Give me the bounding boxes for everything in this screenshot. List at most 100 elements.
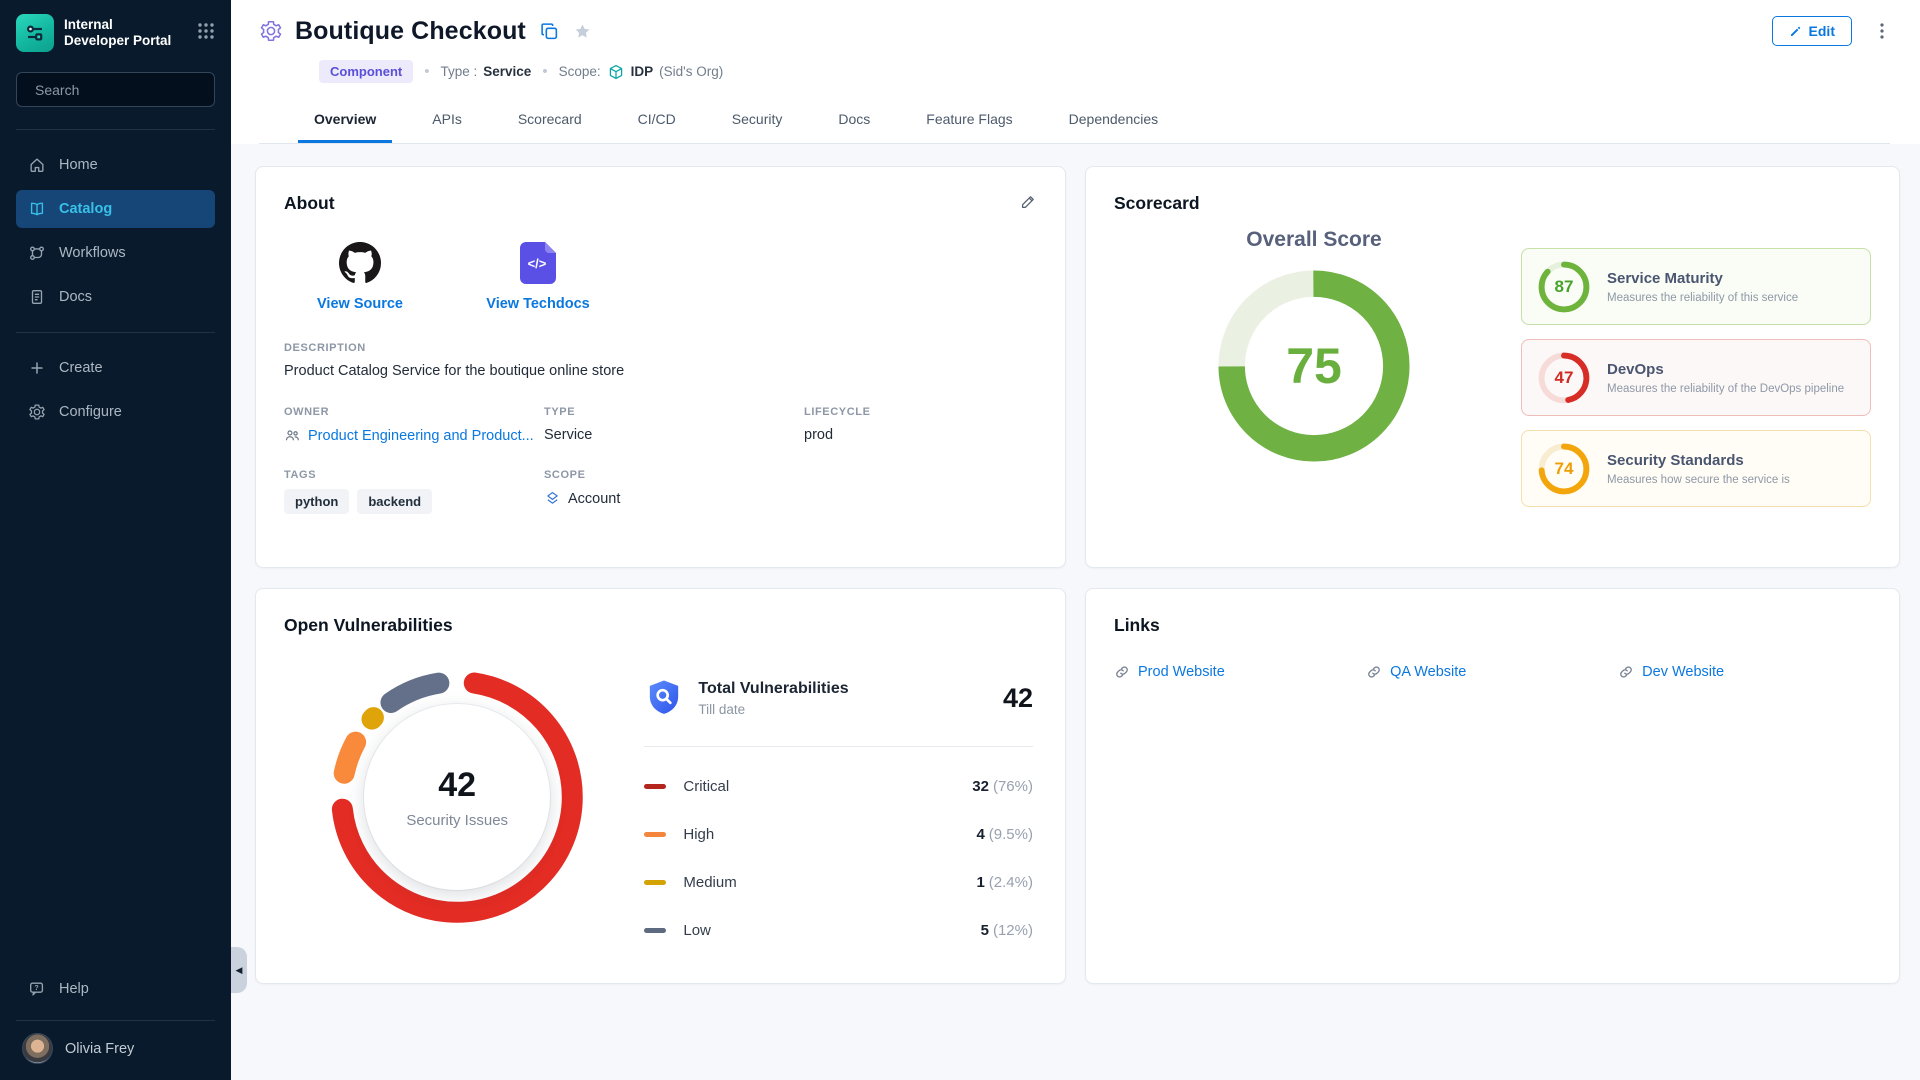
user-menu[interactable]: Olivia Frey bbox=[16, 1021, 215, 1080]
total-vulnerabilities-value: 42 bbox=[1003, 683, 1033, 714]
tab-docs[interactable]: Docs bbox=[822, 101, 886, 143]
edit-button-label: Edit bbox=[1809, 23, 1835, 39]
sidebar-help-section: ? Help bbox=[16, 970, 215, 1014]
gear-icon bbox=[28, 403, 46, 421]
about-edit-pencil-icon[interactable] bbox=[1019, 193, 1037, 216]
tags-label: TAGS bbox=[284, 469, 544, 481]
sidebar-nav: Home Catalog Workflows Do bbox=[16, 146, 215, 322]
copy-icon[interactable] bbox=[540, 22, 559, 41]
lifecycle-value: prod bbox=[804, 427, 1037, 443]
tab-scorecard[interactable]: Scorecard bbox=[502, 101, 598, 143]
link-label: QA Website bbox=[1390, 664, 1466, 680]
severity-swatch bbox=[644, 784, 666, 789]
scorecard-title: Scorecard bbox=[1114, 193, 1200, 214]
circuit-logo-icon bbox=[23, 21, 47, 45]
scorecard-item-security-standards[interactable]: 74 Security Standards Measures how secur… bbox=[1521, 430, 1871, 507]
type-field-label: TYPE bbox=[544, 406, 804, 418]
severity-percent: (2.4%) bbox=[989, 874, 1033, 891]
severity-label: Medium bbox=[683, 874, 736, 891]
sidebar-item-docs[interactable]: Docs bbox=[16, 278, 215, 316]
sidebar-item-help[interactable]: ? Help bbox=[16, 970, 215, 1008]
score-description: Measures the reliability of this service bbox=[1607, 292, 1798, 304]
scorecard-card: Scorecard Overall Score bbox=[1085, 166, 1900, 568]
sidebar-item-create[interactable]: Create bbox=[16, 349, 215, 387]
sidebar-search[interactable] bbox=[16, 72, 215, 107]
score-value: 47 bbox=[1536, 350, 1592, 406]
owner-link[interactable]: Product Engineering and Product... bbox=[284, 427, 544, 444]
tab-apis[interactable]: APIs bbox=[416, 101, 478, 143]
severity-count: 32 bbox=[972, 778, 989, 795]
search-input[interactable] bbox=[35, 82, 216, 98]
type-value: Service bbox=[483, 64, 531, 79]
sidebar-item-label: Create bbox=[59, 360, 103, 376]
about-title: About bbox=[284, 193, 335, 214]
team-icon bbox=[284, 427, 301, 444]
app-switcher-grid-icon[interactable] bbox=[197, 22, 215, 45]
score-description: Measures the reliability of the DevOps p… bbox=[1607, 383, 1844, 395]
sidebar-item-label: Docs bbox=[59, 289, 92, 305]
account-scope-icon bbox=[544, 490, 561, 507]
severity-row-high: High 4(9.5%) bbox=[644, 826, 1033, 843]
security-issues-count: 42 bbox=[438, 766, 476, 805]
security-issues-label: Security Issues bbox=[406, 812, 508, 829]
entity-kind-badge: Component bbox=[319, 60, 413, 83]
tag-pill[interactable]: backend bbox=[357, 489, 432, 514]
tab-security[interactable]: Security bbox=[716, 101, 799, 143]
workflows-icon bbox=[28, 244, 46, 262]
page-content: About View Source bbox=[231, 144, 1920, 1080]
severity-row-low: Low 5(12%) bbox=[644, 922, 1033, 939]
sidebar-collapse-handle[interactable]: ◀ bbox=[231, 947, 247, 993]
sidebar-item-label: Workflows bbox=[59, 245, 126, 261]
score-ring: 74 bbox=[1536, 441, 1592, 497]
github-icon bbox=[339, 242, 381, 284]
sidebar-divider bbox=[16, 129, 215, 130]
help-chat-icon: ? bbox=[28, 980, 46, 998]
kebab-menu-icon[interactable] bbox=[1874, 22, 1890, 40]
score-title: Service Maturity bbox=[1607, 270, 1798, 287]
tab-overview[interactable]: Overview bbox=[298, 101, 392, 143]
tab-feature-flags[interactable]: Feature Flags bbox=[910, 101, 1028, 143]
star-icon[interactable] bbox=[573, 22, 592, 41]
severity-percent: (12%) bbox=[993, 922, 1033, 939]
sidebar-item-catalog[interactable]: Catalog bbox=[16, 190, 215, 228]
scope-field-value: Account bbox=[568, 491, 620, 507]
vulnerabilities-card: Open Vulnerabilities bbox=[255, 588, 1066, 984]
scorecard-item-devops[interactable]: 47 DevOps Measures the reliability of th… bbox=[1521, 339, 1871, 416]
severity-percent: (9.5%) bbox=[989, 826, 1033, 843]
till-date-label: Till date bbox=[698, 702, 848, 717]
link-prod-website[interactable]: Prod Website bbox=[1114, 664, 1366, 680]
sidebar-item-label: Configure bbox=[59, 404, 122, 420]
scorecard-item-service-maturity[interactable]: 87 Service Maturity Measures the reliabi… bbox=[1521, 248, 1871, 325]
total-vulnerabilities-row: Total Vulnerabilities Till date 42 bbox=[644, 676, 1033, 720]
plus-icon bbox=[28, 359, 46, 377]
type-field-value: Service bbox=[544, 427, 804, 443]
logo-row: Internal Developer Portal bbox=[16, 0, 215, 52]
component-gear-icon bbox=[259, 19, 283, 43]
severity-label: Critical bbox=[683, 778, 729, 795]
score-ring: 87 bbox=[1536, 259, 1592, 315]
link-qa-website[interactable]: QA Website bbox=[1366, 664, 1618, 680]
sidebar-item-configure[interactable]: Configure bbox=[16, 393, 215, 431]
home-icon bbox=[28, 156, 46, 174]
view-techdocs-link[interactable]: </> View Techdocs bbox=[482, 242, 594, 312]
sidebar-item-home[interactable]: Home bbox=[16, 146, 215, 184]
app-root: Internal Developer Portal bbox=[0, 0, 1920, 1080]
tab-cicd[interactable]: CI/CD bbox=[622, 101, 692, 143]
tab-dependencies[interactable]: Dependencies bbox=[1053, 101, 1175, 143]
scope-label: Scope: bbox=[559, 64, 601, 79]
shield-scan-icon bbox=[644, 676, 684, 720]
tag-pill[interactable]: python bbox=[284, 489, 349, 514]
edit-button[interactable]: Edit bbox=[1772, 16, 1852, 46]
link-label: Prod Website bbox=[1138, 664, 1225, 680]
link-dev-website[interactable]: Dev Website bbox=[1618, 664, 1870, 680]
overall-score-label: Overall Score bbox=[1246, 228, 1381, 252]
app-logo bbox=[16, 14, 54, 52]
severity-label: High bbox=[683, 826, 714, 843]
sidebar-divider bbox=[16, 332, 215, 333]
tab-bar: Overview APIs Scorecard CI/CD Security D… bbox=[259, 101, 1890, 144]
sidebar-item-workflows[interactable]: Workflows bbox=[16, 234, 215, 272]
view-source-label: View Source bbox=[317, 296, 403, 312]
overall-score-value: 75 bbox=[1286, 337, 1342, 395]
view-source-link[interactable]: View Source bbox=[304, 242, 416, 312]
techdocs-icon: </> bbox=[520, 242, 556, 284]
